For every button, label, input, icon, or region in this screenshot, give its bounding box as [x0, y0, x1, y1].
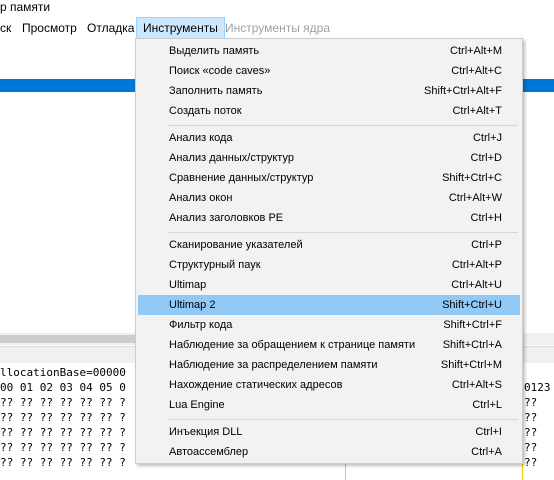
menu-item-shortcut: Ctrl+A: [471, 446, 502, 458]
menu-item-auto-assembler[interactable]: Автоассемблер Ctrl+A: [138, 442, 520, 462]
ascii-cell: ??: [524, 441, 538, 454]
menu-separator: [168, 125, 518, 126]
menu-item-shortcut: Ctrl+Alt+P: [451, 259, 502, 271]
ascii-cell: ??: [524, 411, 538, 424]
menu-separator: [168, 232, 518, 233]
menu-item-shortcut: Ctrl+Alt+M: [450, 45, 502, 57]
menu-item-shortcut: Shift+Ctrl+Alt+F: [424, 85, 502, 97]
menu-item-shortcut: Ctrl+D: [470, 152, 502, 164]
menu-item-shortcut: Shift+Ctrl+M: [440, 359, 502, 371]
menu-item-label: Ultimap 2: [169, 299, 216, 311]
menu-item-ultimap[interactable]: Ultimap Ctrl+Alt+U: [138, 275, 520, 295]
menu-item-find-static-addresses[interactable]: Нахождение статических адресов Ctrl+Alt+…: [138, 375, 520, 395]
menu-item-structure-spider[interactable]: Структурный паук Ctrl+Alt+P: [138, 255, 520, 275]
menu-item-page-access-watch[interactable]: Наблюдение за обращением к странице памя…: [138, 335, 520, 355]
menu-item-shortcut: Ctrl+Alt+T: [452, 105, 502, 117]
menu-item-shortcut: Ctrl+Alt+W: [448, 192, 502, 204]
menu-item-label: Сканирование указателей: [169, 239, 303, 251]
ascii-cell: ??: [524, 456, 538, 469]
ascii-column-header: 0123: [524, 381, 551, 394]
menu-item-code-filter[interactable]: Фильтр кода Shift+Ctrl+F: [138, 315, 520, 335]
menu-item-code-analysis[interactable]: Анализ кода Ctrl+J: [138, 128, 520, 148]
menu-item-label: Автоассемблер: [169, 446, 249, 458]
menu-item-shortcut: Ctrl+Alt+U: [451, 279, 502, 291]
ascii-cell: ??: [524, 396, 538, 409]
menu-item-label: Фильтр кода: [169, 319, 233, 331]
menu-item-label: Структурный паук: [169, 259, 261, 271]
scrollbar-thumb[interactable]: [0, 335, 150, 343]
menu-item-shortcut: Ctrl+I: [475, 426, 502, 438]
menu-item-window-analysis[interactable]: Анализ окон Ctrl+Alt+W: [138, 188, 520, 208]
menu-separator: [168, 419, 518, 420]
menu-item-label: Инъекция DLL: [169, 426, 243, 438]
menu-item-lua-engine[interactable]: Lua Engine Ctrl+L: [138, 395, 520, 415]
menu-item-shortcut: Ctrl+J: [472, 132, 502, 144]
menu-item-shortcut: Shift+Ctrl+C: [442, 172, 502, 184]
menu-item-fill-memory[interactable]: Заполнить память Shift+Ctrl+Alt+F: [138, 81, 520, 101]
menu-item-label: Создать поток: [169, 105, 242, 117]
menu-item-shortcut: Shift+Ctrl+F: [443, 319, 502, 331]
menu-item-label: Анализ заголовков PE: [169, 212, 284, 224]
hex-row[interactable]: ?? ?? ?? ?? ?? ?? ?: [0, 455, 126, 470]
menu-item-data-structure-analysis[interactable]: Анализ данных/структур Ctrl+D: [138, 148, 520, 168]
menu-item-ultimap-2[interactable]: Ultimap 2 Shift+Ctrl+U: [138, 295, 520, 315]
menu-item-pe-header-analysis[interactable]: Анализ заголовков PE Ctrl+H: [138, 208, 520, 228]
menu-bar: ск Просмотр Отладка Инструменты Инструме…: [0, 17, 554, 39]
menu-item-label: Анализ кода: [169, 132, 233, 144]
menu-item-pointer-scan[interactable]: Сканирование указателей Ctrl+P: [138, 235, 520, 255]
menu-item-data-structure-compare[interactable]: Сравнение данных/структур Shift+Ctrl+C: [138, 168, 520, 188]
menu-item-label: Наблюдение за распределением памяти: [169, 359, 378, 371]
menu-kernel-tools[interactable]: Инструменты ядра: [225, 17, 330, 39]
menu-item-label: Поиск «code caves»: [169, 65, 271, 77]
menu-item-label: Нахождение статических адресов: [169, 379, 343, 391]
hex-info-line: llocationBase=00000: [0, 366, 126, 379]
menu-item-shortcut: Shift+Ctrl+U: [442, 299, 502, 311]
ascii-cell: ??: [524, 426, 538, 439]
menu-item-shortcut: Shift+Ctrl+A: [442, 339, 502, 351]
window-title-text: р памяти: [0, 0, 51, 14]
menu-debug[interactable]: Отладка: [87, 17, 134, 39]
menu-item-label: Выделить память: [169, 45, 260, 57]
hex-column-header: 00 01 02 03 04 05 0: [0, 381, 126, 394]
menu-item-code-caves[interactable]: Поиск «code caves» Ctrl+Alt+C: [138, 61, 520, 81]
menu-item-label: Анализ данных/структур: [169, 152, 294, 164]
menu-item-shortcut: Ctrl+L: [472, 399, 502, 411]
menu-item-label: Lua Engine: [169, 399, 225, 411]
menu-item-label: Наблюдение за обращением к странице памя…: [169, 339, 416, 351]
menu-item-memory-allocation-watch[interactable]: Наблюдение за распределением памяти Shif…: [138, 355, 520, 375]
menu-item-shortcut: Ctrl+Alt+S: [451, 379, 502, 391]
menu-view[interactable]: Просмотр: [22, 17, 77, 39]
hex-row[interactable]: ?? ?? ?? ?? ?? ?? ?: [0, 395, 126, 410]
menu-item-label: Заполнить память: [169, 85, 263, 97]
hex-row[interactable]: ?? ?? ?? ?? ?? ?? ?: [0, 440, 126, 455]
menu-search[interactable]: ск: [0, 17, 11, 39]
hex-row[interactable]: ?? ?? ?? ?? ?? ?? ?: [0, 410, 126, 425]
menu-item-shortcut: Ctrl+H: [470, 212, 502, 224]
menu-item-label: Сравнение данных/структур: [169, 172, 314, 184]
hex-row[interactable]: ?? ?? ?? ?? ?? ?? ?: [0, 425, 126, 440]
menu-tools[interactable]: Инструменты: [136, 17, 225, 39]
menu-item-create-thread[interactable]: Создать поток Ctrl+Alt+T: [138, 101, 520, 121]
menu-item-allocate-memory[interactable]: Выделить память Ctrl+Alt+M: [138, 41, 520, 61]
window-title: р памяти: [0, 0, 554, 16]
menu-item-shortcut: Ctrl+Alt+C: [451, 65, 502, 77]
menu-item-label: Анализ окон: [169, 192, 233, 204]
tools-dropdown-menu: Выделить память Ctrl+Alt+M Поиск «code c…: [135, 38, 523, 464]
menu-item-shortcut: Ctrl+P: [471, 239, 502, 251]
menu-item-label: Ultimap: [169, 279, 207, 291]
menu-item-dll-injection[interactable]: Инъекция DLL Ctrl+I: [138, 422, 520, 442]
